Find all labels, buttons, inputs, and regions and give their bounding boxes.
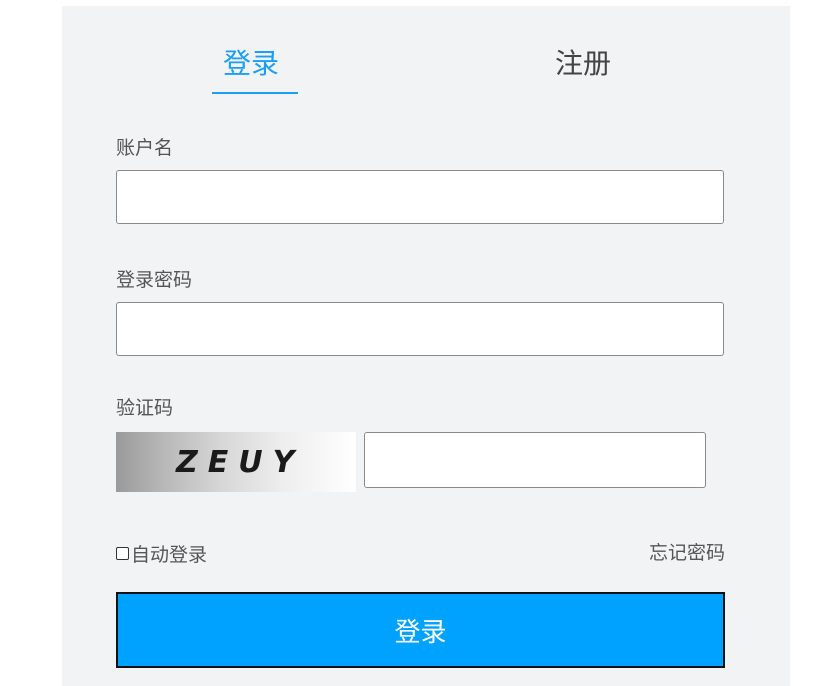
tab-login[interactable]: 登录 [223, 46, 279, 82]
username-input[interactable] [116, 170, 724, 224]
remember-me[interactable]: 自动登录 [116, 540, 207, 567]
username-label: 账户名 [116, 137, 174, 159]
captcha-label: 验证码 [116, 397, 174, 419]
login-submit-button[interactable]: 登录 [116, 592, 725, 668]
remember-label: 自动登录 [131, 544, 208, 566]
remember-checkbox[interactable] [116, 547, 129, 560]
forgot-password-link[interactable]: 忘记密码 [649, 538, 725, 565]
password-label: 登录密码 [116, 269, 193, 291]
captcha-input[interactable] [364, 432, 706, 488]
captcha-image[interactable]: ZEUY [116, 432, 356, 492]
tab-register[interactable]: 注册 [555, 46, 611, 82]
password-input[interactable] [116, 302, 724, 356]
active-tab-indicator [212, 92, 298, 94]
